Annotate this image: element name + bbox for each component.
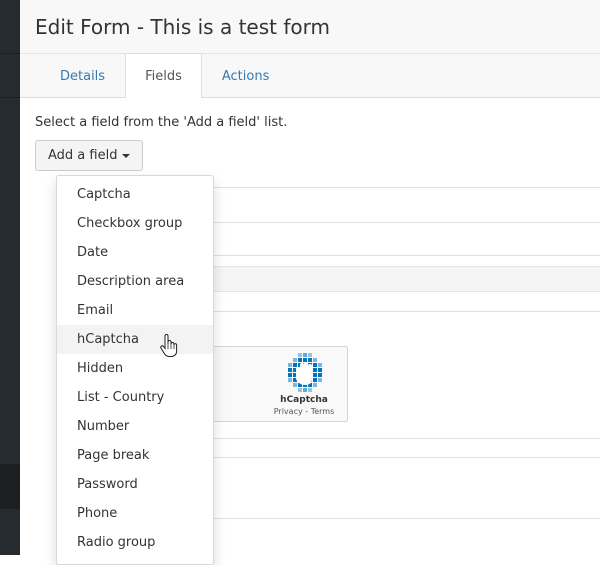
form-row-divider (193, 311, 600, 312)
tab-actions[interactable]: Actions (202, 54, 290, 98)
menu-item-radio-group[interactable]: Radio group (57, 528, 213, 557)
menu-item-hcaptcha[interactable]: hCaptcha (57, 325, 213, 354)
menu-item-phone[interactable]: Phone (57, 499, 213, 528)
menu-item-captcha[interactable]: Captcha (57, 180, 213, 209)
tab-details[interactable]: Details (40, 54, 125, 98)
tab-fields[interactable]: Fields (125, 53, 202, 98)
terms-link[interactable]: Terms (311, 407, 335, 416)
page-title: Edit Form - This is a test form (35, 14, 330, 39)
sidebar-divider (0, 97, 20, 98)
add-field-button[interactable]: Add a field (35, 140, 144, 171)
form-row-divider (193, 438, 600, 439)
menu-item-email[interactable]: Email (57, 296, 213, 325)
menu-item-list-country[interactable]: List - Country (57, 383, 213, 412)
menu-item-number[interactable]: Number (57, 412, 213, 441)
tab-bar: Details Fields Actions (20, 53, 600, 98)
hcaptcha-logo-icon (288, 353, 322, 392)
fields-content: Select a field from the 'Add a field' li… (20, 98, 600, 171)
menu-item-description-area[interactable]: Description area (57, 267, 213, 296)
sidebar-block (0, 464, 20, 509)
form-row-divider (193, 222, 600, 223)
add-field-label: Add a field (48, 148, 118, 163)
hcaptcha-widget[interactable]: hCaptcha Privacy - Terms (193, 346, 348, 422)
add-field-dropdown-menu: Captcha Checkbox group Date Description … (56, 175, 214, 565)
sidebar (0, 0, 20, 555)
menu-item-password[interactable]: Password (57, 470, 213, 499)
hcaptcha-links: Privacy - Terms (266, 407, 342, 416)
caret-down-icon (122, 153, 131, 158)
link-separator: - (305, 407, 309, 416)
hcaptcha-brand-label: hCaptcha (280, 395, 328, 405)
menu-item-checkbox-group[interactable]: Checkbox group (57, 209, 213, 238)
menu-item-hidden[interactable]: Hidden (57, 354, 213, 383)
menu-item-page-break[interactable]: Page break (57, 441, 213, 470)
instruction-text: Select a field from the 'Add a field' li… (35, 115, 288, 130)
form-row-divider (193, 518, 600, 519)
form-section-band (193, 266, 600, 292)
hand-pointer-cursor-icon (160, 334, 178, 357)
main-panel: Edit Form - This is a test form Details … (20, 0, 600, 565)
form-row-divider (193, 457, 600, 458)
sidebar-divider (0, 53, 20, 54)
privacy-link[interactable]: Privacy (274, 407, 303, 416)
menu-item-date[interactable]: Date (57, 238, 213, 267)
form-row-divider (193, 255, 600, 256)
form-row-divider (193, 187, 600, 188)
page-header: Edit Form - This is a test form (20, 0, 600, 54)
